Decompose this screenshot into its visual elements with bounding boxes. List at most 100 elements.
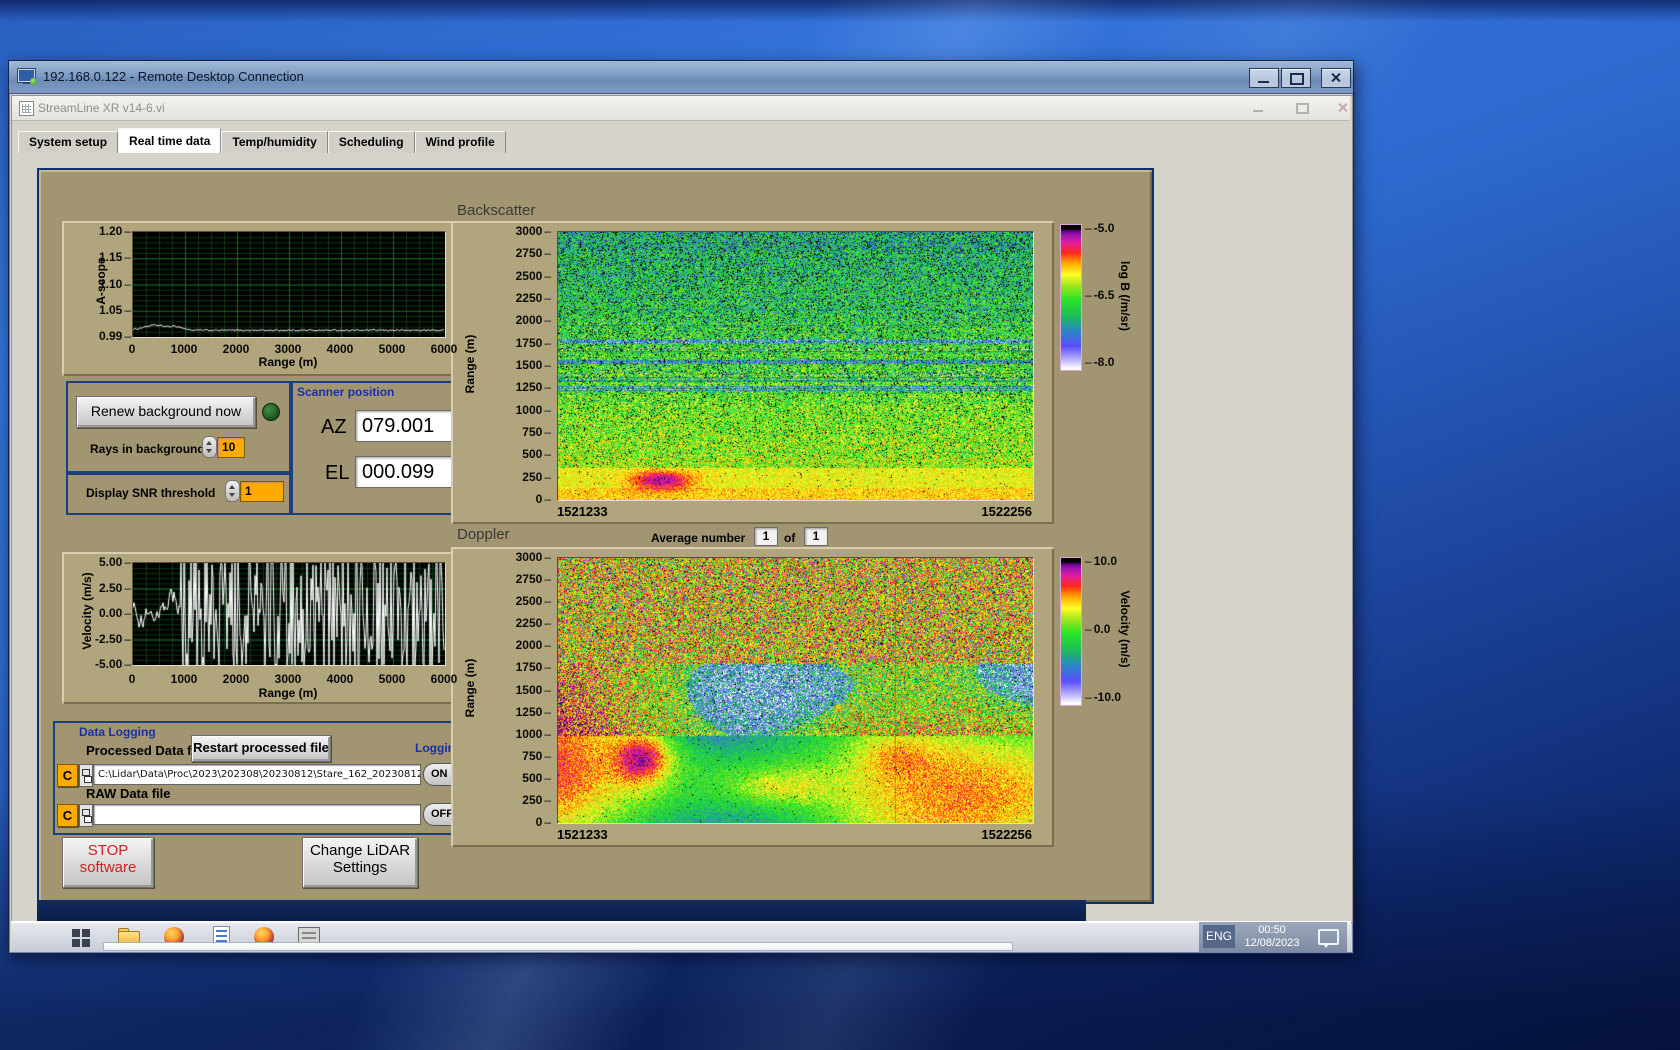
doppler-plot [557,557,1034,824]
tick-label: 250 [501,793,551,807]
clock-date: 12/08/2023 [1239,937,1305,950]
tick-label: 2250 [501,616,551,630]
app-close-button[interactable] [1330,101,1356,115]
tab-wind-profile[interactable]: Wind profile [415,131,506,153]
data-logging-title: Data Logging [79,725,156,739]
tick-label: 750 [501,425,551,439]
change-lidar-settings-button[interactable]: Change LiDAR Settings [302,837,418,888]
tab-real-time-data[interactable]: Real time data [118,128,221,153]
tick-label: 1.20 [83,224,131,238]
tick-label: 10.0 [1085,554,1117,568]
language-indicator[interactable]: ENG [1203,925,1235,948]
tick-label: 2500 [501,269,551,283]
taskbar-tray: ENG 00:50 12/08/2023 [1199,922,1347,952]
tick-label: 2750 [501,246,551,260]
tab-temp-humidity[interactable]: Temp/humidity [221,131,327,153]
velocity-plot [132,562,446,666]
tick-label: 1500 [501,358,551,372]
change-line2: Settings [303,859,417,876]
front-panel: A-scope Range (m) Renew background now R… [37,168,1154,904]
raw-browse-icon[interactable] [79,804,93,827]
rays-value[interactable]: 10 [217,437,245,458]
tick-label: 2750 [501,572,551,586]
close-button[interactable] [1321,68,1351,88]
tick-label: 1.05 [83,303,131,317]
tick-label: -10.0 [1085,690,1121,704]
minimize-button[interactable] [1249,68,1279,88]
tick-label: 1.10 [83,277,131,291]
tick-label: 1750 [501,660,551,674]
taskbar-toolbar-strip[interactable] [103,942,1013,951]
data-logging-box: Data Logging Processed Data file Restart… [53,721,478,835]
app-window: StreamLine XR v14-6.vi System setup Real… [11,95,1353,923]
tick-label: 1500 [501,683,551,697]
el-field[interactable]: 000.099 [355,456,461,488]
rdp-window-title: 192.168.0.122 - Remote Desktop Connectio… [43,61,304,93]
tick-label: 3000 [266,342,310,356]
tick-label: 1250 [501,380,551,394]
backscatter-title: Backscatter [457,202,535,219]
stop-line2: software [63,859,153,876]
of-label: of [784,531,795,545]
maximize-button[interactable] [1281,68,1311,88]
tick-label: 1000 [501,727,551,741]
tick-label: 0 [501,492,551,506]
doppler-title: Doppler [457,526,510,543]
raw-path-field[interactable] [93,804,421,825]
rdp-titlebar[interactable]: 192.168.0.122 - Remote Desktop Connectio… [9,61,1353,94]
app-titlebar[interactable]: StreamLine XR v14-6.vi [12,96,1350,121]
clock-time: 00:50 [1239,924,1305,937]
average-number-field[interactable]: 1 [754,527,778,546]
az-field[interactable]: 079.001 [355,410,461,442]
snr-label: Display SNR threshold [86,486,215,500]
processed-browse-icon[interactable] [79,764,93,787]
off-label: OFF [431,808,453,820]
doppler-colorbar [1060,557,1082,706]
notification-icon[interactable] [1318,929,1339,945]
tick-label: 3000 [501,224,551,238]
tick-label: 6000 [422,342,466,356]
tick-label: -2.50 [83,632,131,646]
rdp-icon [18,69,37,85]
tick-label: 0.00 [83,606,131,620]
tab-system-setup[interactable]: System setup [18,131,118,153]
processed-file-label: Processed Data file [86,743,206,758]
app-window-title: StreamLine XR v14-6.vi [38,96,165,120]
app-minimize-button[interactable] [1246,101,1272,115]
doppler-colorbar-label: Velocity (m/s) [1118,559,1132,699]
velocity-xlabel: Range (m) [248,686,328,700]
processed-path-field[interactable]: C:\Lidar\Data\Proc\2023\202308\20230812\… [93,764,421,785]
rdp-window: 192.168.0.122 - Remote Desktop Connectio… [8,60,1354,954]
app-maximize-button[interactable] [1288,101,1314,115]
change-line1: Change LiDAR [303,842,417,859]
doppler-xtick-right: 1522256 [932,827,1032,842]
scanner-position-box: Scanner position AZ 079.001 EL 000.099 [289,381,478,515]
tick-label: 500 [501,771,551,785]
background-box: Renew background now Rays in background … [66,381,293,475]
az-label: AZ [321,416,347,439]
tick-label: 1750 [501,336,551,350]
tick-label: -5.00 [83,657,131,671]
tick-label: -5.0 [1085,221,1114,235]
tick-label: 4000 [318,672,362,686]
start-button[interactable] [69,925,93,949]
tick-label: 2000 [214,342,258,356]
average-total-field[interactable]: 1 [804,527,828,546]
restart-processed-button[interactable]: Restart processed file [191,735,331,762]
taskbar-clock[interactable]: 00:50 12/08/2023 [1239,924,1305,950]
tick-label: 1000 [162,672,206,686]
tab-strip: System setup Real time data Temp/humidit… [18,128,506,152]
processed-drive-box[interactable]: C [57,764,78,787]
backscatter-colorbar [1060,224,1082,371]
snr-value[interactable]: 1 [240,481,284,502]
snr-spinner[interactable] [225,480,240,502]
stop-software-button[interactable]: STOP software [62,837,154,888]
tab-scheduling[interactable]: Scheduling [328,131,415,153]
tick-label: 1000 [501,403,551,417]
tick-label: 250 [501,470,551,484]
rays-spinner[interactable] [202,436,217,458]
backscatter-xtick-right: 1522256 [932,504,1032,519]
renew-background-button[interactable]: Renew background now [76,396,256,428]
raw-drive-box[interactable]: C [57,804,78,827]
doppler-ylabel: Range (m) [463,618,477,758]
